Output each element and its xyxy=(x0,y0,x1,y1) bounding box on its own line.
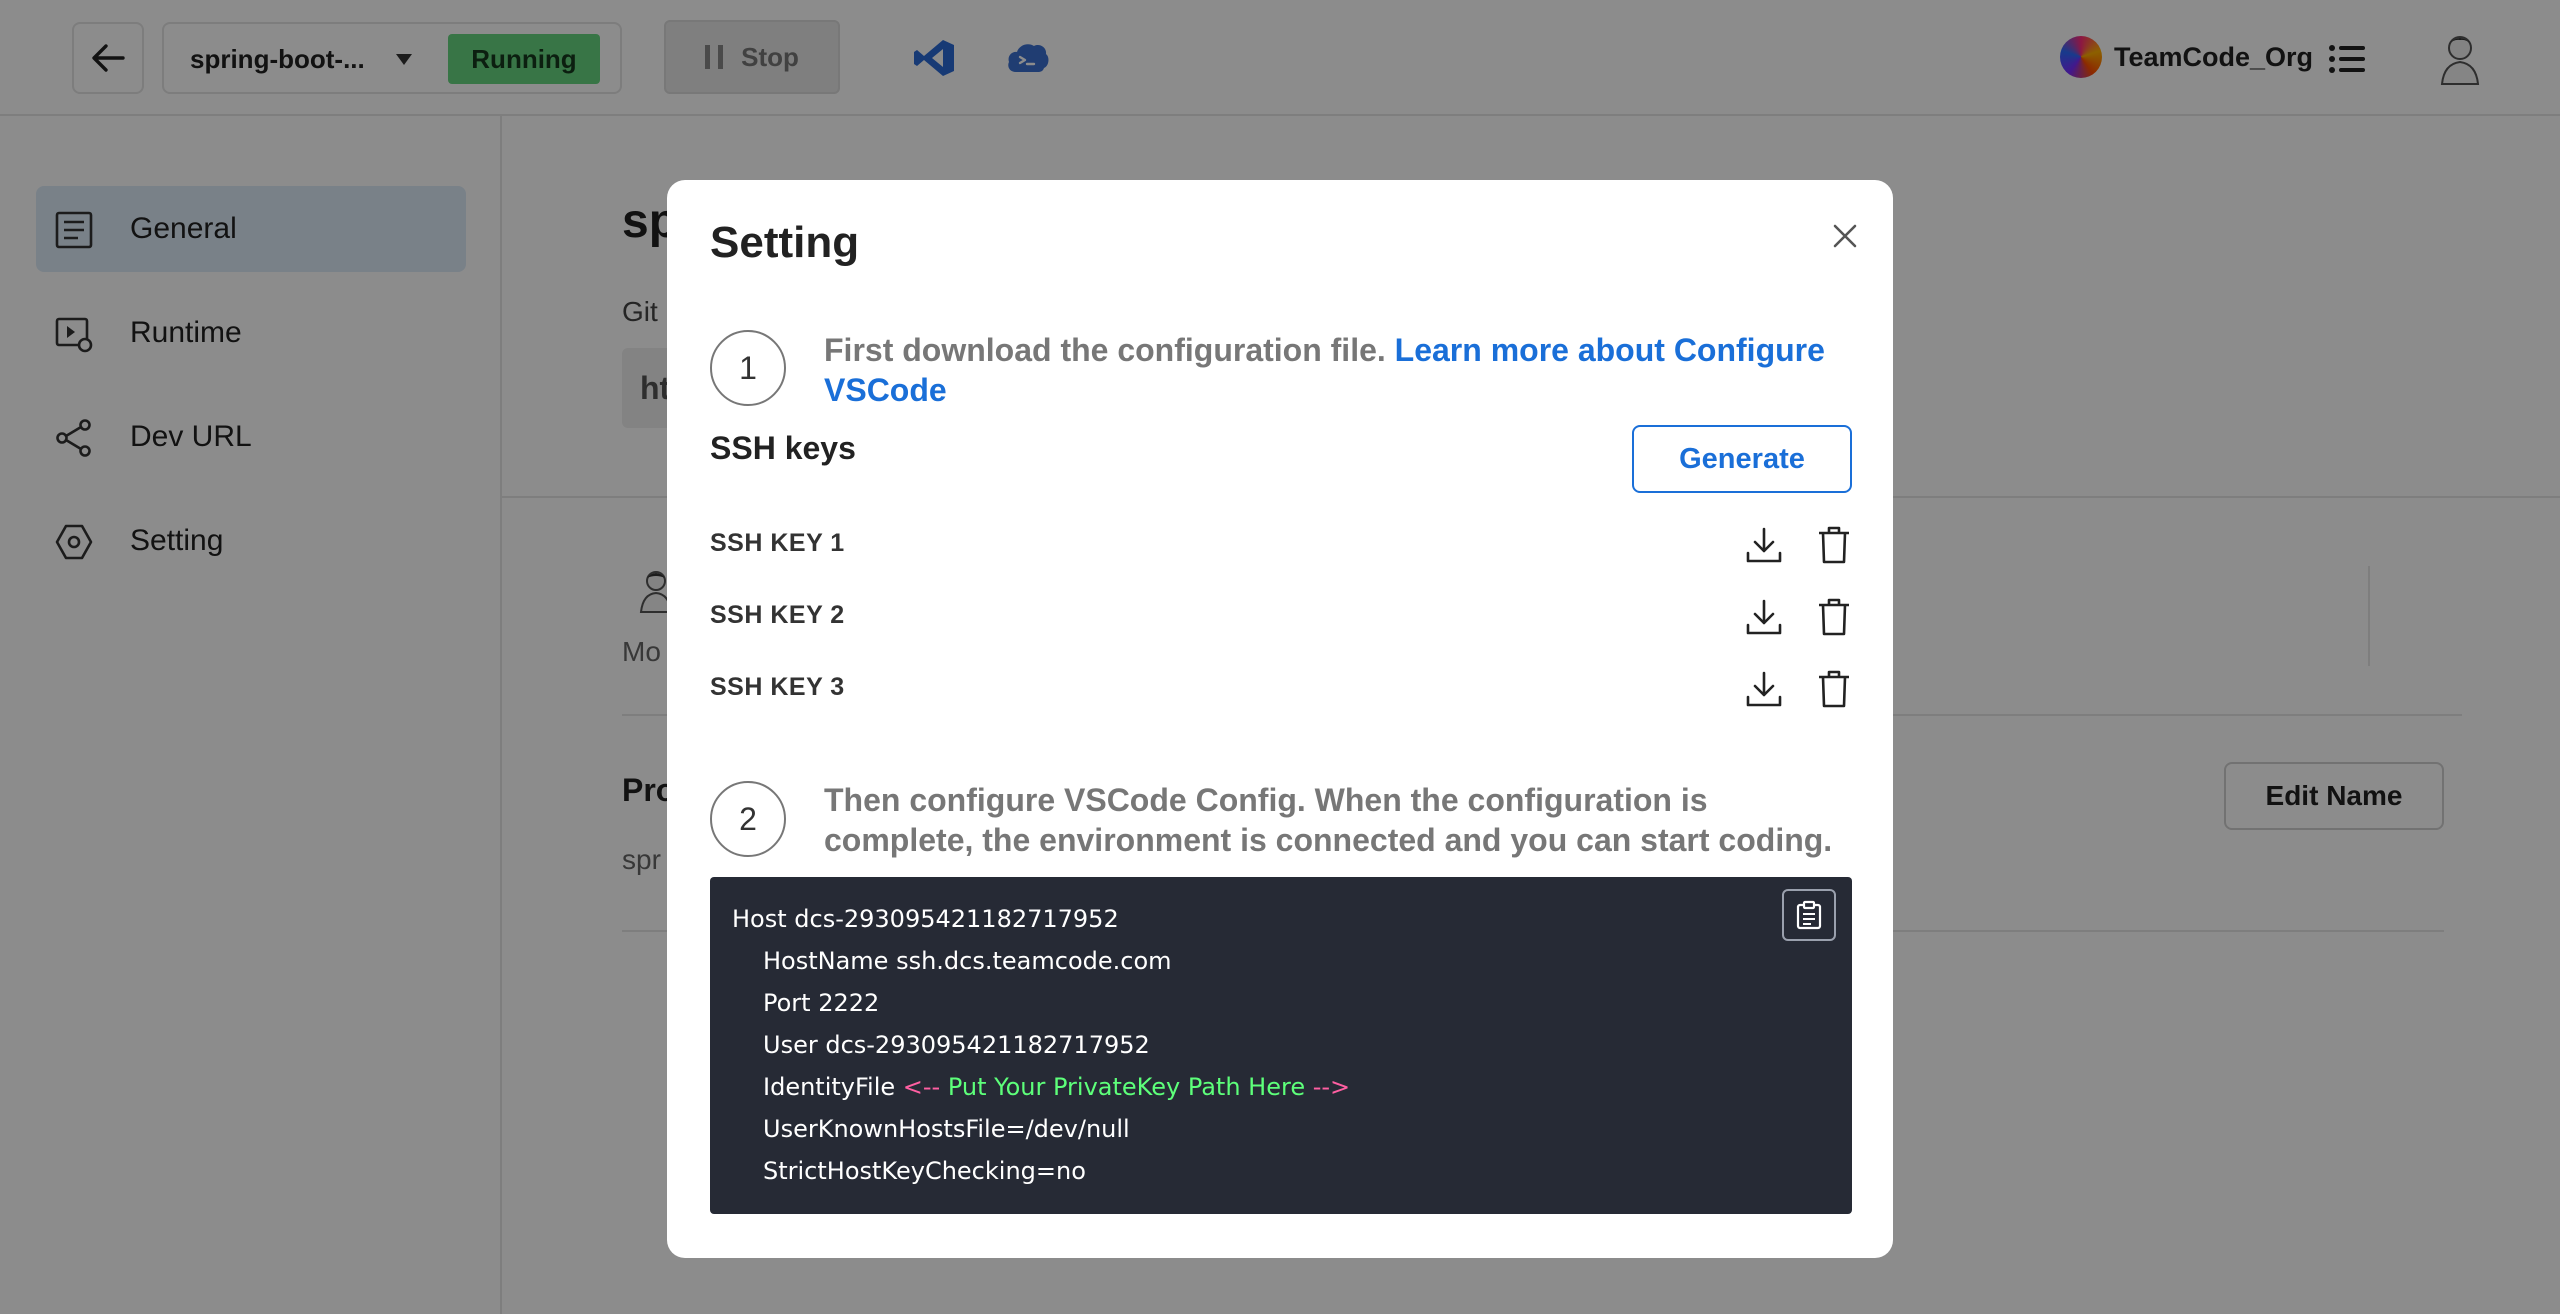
trash-icon[interactable] xyxy=(1816,669,1852,709)
trash-icon[interactable] xyxy=(1816,597,1852,637)
download-icon[interactable] xyxy=(1744,597,1784,637)
config-comment-close: --> xyxy=(1305,1073,1351,1101)
config-identity-prefix: IdentityFile xyxy=(763,1073,903,1101)
copy-button[interactable] xyxy=(1782,889,1836,941)
clipboard-icon xyxy=(1796,900,1822,930)
config-known-hosts-line: UserKnownHostsFile=/dev/null xyxy=(763,1115,1130,1143)
download-icon[interactable] xyxy=(1744,669,1784,709)
config-comment-body: Put Your PrivateKey Path Here xyxy=(947,1073,1306,1101)
download-icon[interactable] xyxy=(1744,525,1784,565)
step-number: 1 xyxy=(710,330,786,406)
step-1-text: First download the configuration file. L… xyxy=(824,330,1864,410)
step-1-description: First download the configuration file. xyxy=(824,332,1395,368)
config-hostname-line: HostName ssh.dcs.teamcode.com xyxy=(763,947,1172,975)
modal-title: Setting xyxy=(710,218,860,267)
step-2-text: Then configure VSCode Config. When the c… xyxy=(824,782,1833,858)
ssh-keys-title: SSH keys xyxy=(710,430,856,466)
config-port-line: Port 2222 xyxy=(763,989,880,1017)
ssh-key-name: SSH KEY 2 xyxy=(710,601,845,629)
ssh-config-code-block: Host dcs-293095421182717952 HostName ssh… xyxy=(710,877,1852,1214)
ssh-key-row: SSH KEY 1 xyxy=(710,515,1852,575)
config-identity-line: IdentityFile <-- Put Your PrivateKey Pat… xyxy=(763,1073,1350,1101)
config-host-line: Host dcs-293095421182717952 xyxy=(732,905,1119,933)
ssh-key-name: SSH KEY 1 xyxy=(710,529,845,557)
ssh-key-name: SSH KEY 3 xyxy=(710,673,845,701)
config-user-line: User dcs-293095421182717952 xyxy=(763,1031,1150,1059)
config-strict-line: StrictHostKeyChecking=no xyxy=(763,1157,1086,1185)
config-comment-open: <-- xyxy=(902,1073,948,1101)
close-icon[interactable] xyxy=(1827,218,1863,254)
setting-modal: Setting 1 First download the configurati… xyxy=(667,180,1893,1258)
generate-button[interactable]: Generate xyxy=(1632,425,1852,493)
ssh-key-row: SSH KEY 3 xyxy=(710,659,1852,719)
trash-icon[interactable] xyxy=(1816,525,1852,565)
ssh-key-row: SSH KEY 2 xyxy=(710,587,1852,647)
step-number: 2 xyxy=(710,781,786,857)
